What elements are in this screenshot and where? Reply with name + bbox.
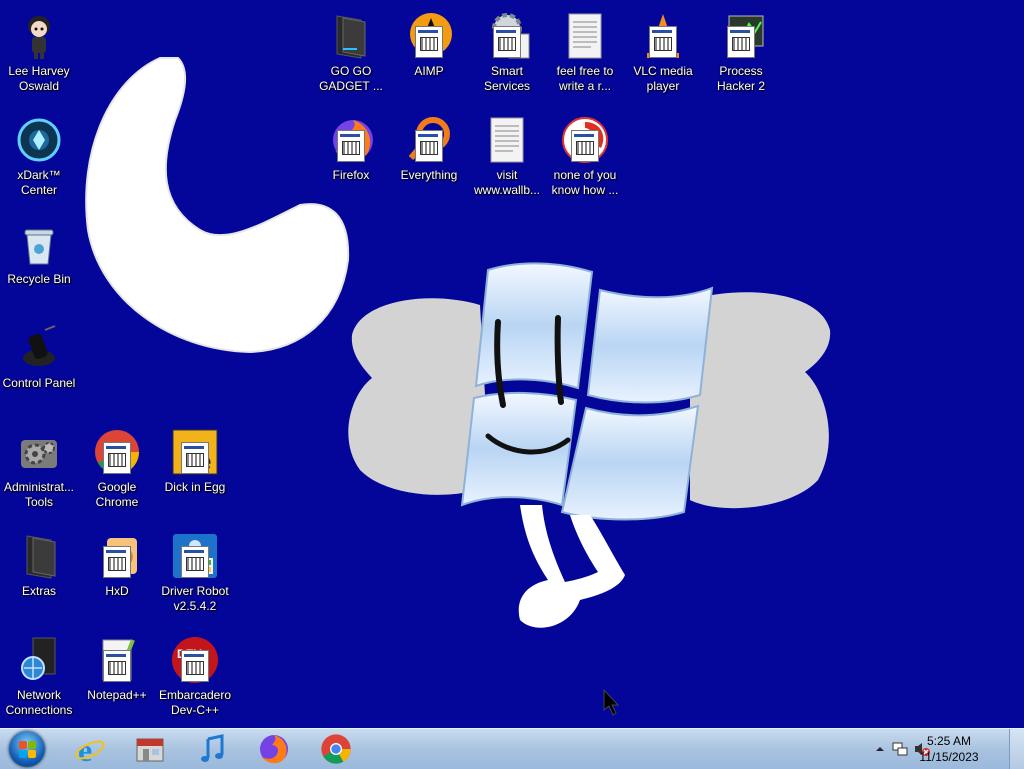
desktop-icon-label: Network Connections bbox=[5, 688, 73, 717]
taskbar-ie-button[interactable]: e bbox=[62, 731, 118, 767]
desktop-icon-label: VLC media player bbox=[633, 64, 693, 93]
desktop-icon-label: Recycle Bin bbox=[7, 272, 71, 286]
desktop-icon-feel-free-text[interactable]: feel free to write a r... bbox=[546, 6, 624, 104]
flag-drawing-bottom-right bbox=[560, 404, 700, 521]
everything-icon bbox=[405, 116, 453, 164]
desktop-icon-label: none of you know how ... bbox=[551, 168, 619, 197]
flag-drawing-top-left bbox=[474, 262, 594, 390]
windows-logo-icon bbox=[9, 731, 45, 767]
text-file-icon bbox=[561, 12, 609, 60]
desktop-icon-label: Firefox bbox=[332, 168, 370, 182]
clock-time: 5:25 AM bbox=[926, 734, 972, 748]
desktop-icon-label: Embarcadero Dev-C++ bbox=[158, 688, 232, 717]
desktop-icon-embarcadero-dev-cpp[interactable]: DEV + Embarcadero Dev-C++ bbox=[156, 630, 234, 728]
desktop-icon-network-connections[interactable]: Network Connections bbox=[0, 630, 78, 728]
hxd-icon: D bbox=[93, 532, 141, 580]
notepadpp-icon bbox=[93, 636, 141, 684]
desktop-icon-label: AIMP bbox=[414, 64, 444, 78]
desktop-icon-dick-in-egg[interactable]: e Dick in Egg bbox=[156, 422, 234, 520]
desktop-icon-hxd[interactable]: D HxD bbox=[78, 526, 156, 624]
desktop-icon-smart-services[interactable]: Smart Services bbox=[468, 6, 546, 104]
desktop-icon-label: Process Hacker 2 bbox=[716, 64, 766, 93]
desktop-icon-label: HxD bbox=[105, 584, 129, 598]
folder-icon bbox=[15, 532, 63, 580]
flag-drawing-top-right bbox=[586, 286, 714, 404]
app-icon bbox=[561, 116, 609, 164]
desktop-icon-label: Control Panel bbox=[2, 376, 76, 390]
taskbar-chrome-button[interactable] bbox=[308, 731, 364, 767]
ie-icon: e bbox=[75, 733, 105, 765]
vlc-icon bbox=[639, 12, 687, 60]
show-desktop-button[interactable] bbox=[1009, 729, 1024, 769]
clock[interactable]: 5:25 AM 11/15/2023 bbox=[914, 733, 984, 765]
desktop[interactable]: Lee Harvey Oswald xDark™ Center Recycle … bbox=[0, 0, 1024, 728]
desktop-icon-everything[interactable]: Everything bbox=[390, 110, 468, 208]
desktop-icon-label: Everything bbox=[400, 168, 458, 182]
desktop-icon-visit-www-wallb[interactable]: visit www.wallb... bbox=[468, 110, 546, 208]
desktop-icon-label: Administrat... Tools bbox=[3, 480, 75, 509]
desktop-icon-extras[interactable]: Extras bbox=[0, 526, 78, 624]
store-icon bbox=[136, 738, 164, 762]
network-status-icon[interactable] bbox=[892, 741, 908, 757]
desktop-icon-firefox[interactable]: Firefox bbox=[312, 110, 390, 208]
desktop-icon-control-panel[interactable]: Control Panel bbox=[0, 318, 78, 416]
aimp-icon bbox=[405, 12, 453, 60]
desktop-icon-label: visit www.wallb... bbox=[473, 168, 541, 197]
gear-icon bbox=[483, 12, 531, 60]
desktop-icon-notepad-plus-plus[interactable]: Notepad++ bbox=[78, 630, 156, 728]
firefox-icon bbox=[260, 735, 288, 764]
character-icon bbox=[15, 12, 63, 60]
music-icon bbox=[201, 734, 224, 762]
desktop-icon-lee-harvey-oswald[interactable]: Lee Harvey Oswald bbox=[0, 6, 78, 104]
chrome-icon bbox=[93, 428, 141, 476]
taskbar: e 5:25 AM 11/15/2023 bbox=[0, 728, 1024, 769]
driver-robot-icon bbox=[171, 532, 219, 580]
folder-icon bbox=[327, 12, 375, 60]
desktop-icon-label: xDark™ Center bbox=[17, 168, 61, 197]
text-file-icon bbox=[483, 116, 531, 164]
desktop-icon-label: Driver Robot v2.5.4.2 bbox=[161, 584, 229, 613]
desktop-icon-label: Notepad++ bbox=[87, 688, 147, 702]
taskbar-store-button[interactable] bbox=[122, 731, 178, 767]
control-panel-icon bbox=[15, 324, 63, 372]
devcpp-icon: DEV + bbox=[171, 636, 219, 684]
desktop-icon-go-go-gadget[interactable]: GO GO GADGET ... bbox=[312, 6, 390, 104]
firefox-icon bbox=[327, 116, 375, 164]
desktop-icon-label: Google Chrome bbox=[95, 480, 139, 509]
desktop-icon-none-of-you[interactable]: none of you know how ... bbox=[546, 110, 624, 208]
desktop-icon-driver-robot[interactable]: Driver Robot v2.5.4.2 bbox=[156, 526, 234, 624]
desktop-icon-label: Dick in Egg bbox=[164, 480, 226, 494]
desktop-icon-aimp[interactable]: AIMP bbox=[390, 6, 468, 104]
desktop-icon-xdark-center[interactable]: xDark™ Center bbox=[0, 110, 78, 208]
right-wing-drawing bbox=[690, 292, 831, 509]
start-button[interactable] bbox=[4, 730, 50, 768]
desktop-icon-process-hacker-2[interactable]: Process Hacker 2 bbox=[702, 6, 780, 104]
desktop-icon-label: Lee Harvey Oswald bbox=[8, 64, 70, 93]
desktop-icon-administrative-tools[interactable]: Administrat... Tools bbox=[0, 422, 78, 520]
taskbar-music-button[interactable] bbox=[184, 731, 240, 767]
chrome-icon bbox=[321, 734, 351, 764]
process-hacker-icon bbox=[717, 12, 765, 60]
recycle-bin-icon bbox=[15, 220, 63, 268]
xdark-icon bbox=[15, 116, 63, 164]
desktop-icon-label: Smart Services bbox=[483, 64, 530, 93]
desktop-icon-label: Extras bbox=[21, 584, 56, 598]
app-icon: e bbox=[171, 428, 219, 476]
desktop-icon-recycle-bin[interactable]: Recycle Bin bbox=[0, 214, 78, 312]
desktop-icon-vlc-media-player[interactable]: VLC media player bbox=[624, 6, 702, 104]
system-tray: 5:25 AM 11/15/2023 bbox=[864, 729, 1024, 769]
desktop-icon-google-chrome[interactable]: Google Chrome bbox=[78, 422, 156, 520]
show-hidden-icons-icon[interactable] bbox=[872, 741, 888, 757]
desktop-icon-label: GO GO GADGET ... bbox=[319, 64, 383, 93]
admin-tools-icon bbox=[15, 428, 63, 476]
taskbar-firefox-button[interactable] bbox=[246, 731, 302, 767]
clock-date: 11/15/2023 bbox=[919, 750, 979, 764]
desktop-icon-label: feel free to write a r... bbox=[556, 64, 614, 93]
network-icon bbox=[15, 636, 63, 684]
